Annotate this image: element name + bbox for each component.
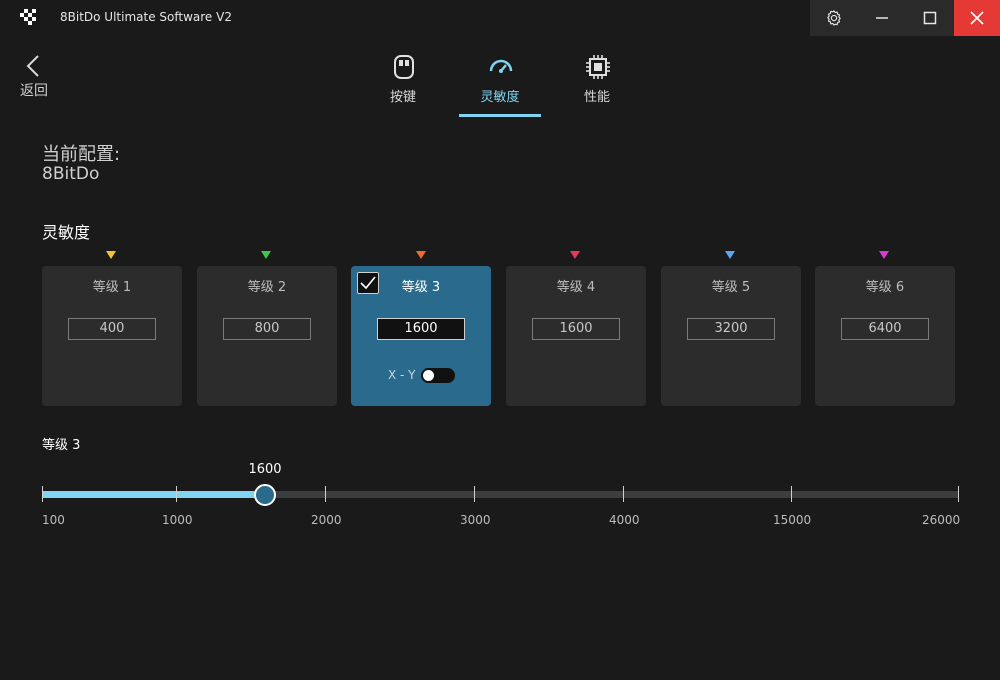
slider-tick (42, 486, 43, 502)
slider-level-title: 等级 3 (42, 438, 81, 453)
level-6-color-marker (879, 251, 889, 259)
slider-tick-label: 15000 (773, 513, 812, 527)
active-tab-indicator (459, 114, 541, 117)
settings-button[interactable] (810, 0, 858, 36)
app-title: 8BitDo Ultimate Software V2 (60, 10, 232, 24)
slider-tick (176, 486, 177, 502)
dpi-input[interactable]: 3200 (687, 318, 775, 340)
close-button[interactable] (954, 0, 1000, 36)
level-4-color-marker (570, 251, 580, 259)
xy-label: X - Y (388, 368, 416, 382)
sensitivity-title: 灵敏度 (42, 223, 91, 242)
tab-performance[interactable]: 性能 (556, 52, 638, 118)
level-label: 等级 2 (247, 280, 287, 295)
minimize-icon (876, 17, 888, 19)
dpi-slider-thumb[interactable] (254, 484, 276, 506)
level-label: 等级 3 (401, 280, 441, 295)
tab-label: 性能 (583, 90, 610, 105)
slider-tick (474, 486, 475, 502)
tab-sensitivity[interactable]: 灵敏度 (459, 52, 541, 118)
tab-label: 灵敏度 (480, 90, 520, 105)
gauge-icon (489, 59, 513, 73)
level-2-color-marker (261, 251, 271, 259)
dpi-input[interactable]: 6400 (841, 318, 929, 340)
slider-tick-label: 100 (42, 513, 65, 527)
maximize-button[interactable] (906, 0, 954, 36)
slider-tick (623, 486, 624, 502)
slider-tick-label: 2000 (311, 513, 342, 527)
level-1-color-marker (106, 251, 116, 259)
back-label: 返回 (20, 83, 48, 99)
level-card-6[interactable]: 等级 6 6400 (815, 266, 955, 406)
dpi-input[interactable]: 800 (223, 318, 311, 340)
slider-tick-label: 1000 (162, 513, 193, 527)
app-logo-icon (20, 9, 36, 25)
level-card-3[interactable]: 等级 3 1600 X - Y (351, 266, 491, 406)
gear-icon (827, 10, 841, 26)
slider-tick (791, 486, 792, 502)
toggle-knob (423, 370, 434, 381)
xy-toggle[interactable] (421, 368, 455, 383)
slider-tick-label: 26000 (922, 513, 961, 527)
title-bar: 8BitDo Ultimate Software V2 (0, 0, 1000, 36)
level-card-2[interactable]: 等级 2 800 (197, 266, 337, 406)
tab-buttons[interactable]: 按键 (362, 52, 444, 118)
level-3-color-marker (416, 251, 426, 259)
slider-tick-label: 4000 (609, 513, 640, 527)
current-profile-label: 当前配置: (42, 144, 121, 165)
level-label: 等级 5 (711, 280, 751, 295)
dpi-input[interactable]: 1600 (532, 318, 620, 340)
level-card-1[interactable]: 等级 1 400 (42, 266, 182, 406)
level-label: 等级 4 (556, 280, 596, 295)
level-card-4[interactable]: 等级 4 1600 (506, 266, 646, 406)
app-window: 8BitDo Ultimate Software V2 返回 按键 灵敏度 性能… (0, 0, 1000, 680)
maximize-icon (923, 11, 937, 25)
chevron-left-icon (26, 55, 39, 77)
mouse-icon (394, 55, 414, 79)
level-label: 等级 6 (865, 280, 905, 295)
dpi-slider-fill (42, 491, 265, 498)
level-card-5[interactable]: 等级 5 3200 (661, 266, 801, 406)
slider-tick-label: 3000 (460, 513, 491, 527)
slider-tick (958, 486, 959, 502)
close-icon (970, 11, 984, 25)
back-button[interactable]: 返回 (18, 52, 58, 100)
dpi-input[interactable]: 1600 (377, 318, 465, 340)
current-profile-name: 8BitDo (42, 164, 100, 184)
slider-tick (325, 486, 326, 502)
level-label: 等级 1 (92, 280, 132, 295)
chip-icon (586, 55, 610, 79)
level-5-color-marker (725, 251, 735, 259)
dpi-input[interactable]: 400 (68, 318, 156, 340)
minimize-button[interactable] (858, 0, 906, 36)
tab-label: 按键 (389, 90, 416, 105)
slider-value: 1600 (248, 462, 282, 477)
